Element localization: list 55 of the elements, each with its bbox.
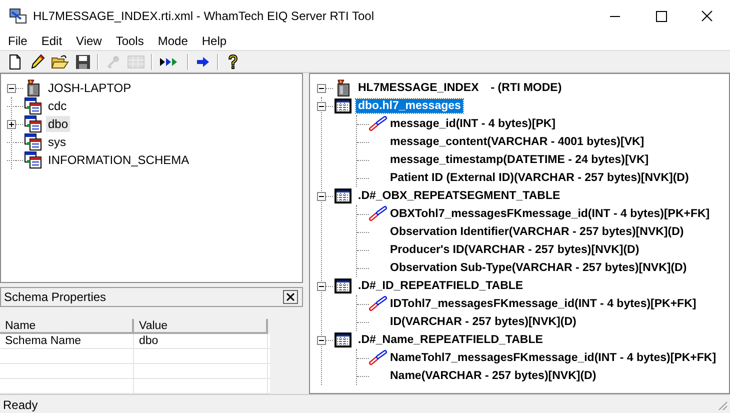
schema-item[interactable]: INFORMATION_SCHEMA bbox=[46, 152, 192, 168]
column-item[interactable]: Patient ID (External ID)(VARCHAR - 257 bytes)[NVK](D) bbox=[388, 171, 691, 185]
column-item[interactable]: Observation Sub-Type(VARCHAR - 257 bytes)[NVK](D) bbox=[388, 261, 689, 275]
column-item[interactable]: OBXTohl7_messagesFKmessage_id(INT - 4 bytes)[PK+FK] bbox=[388, 207, 712, 221]
column-header[interactable]: Name bbox=[0, 319, 134, 334]
table-name[interactable]: .D#_Name_REPEATFIELD_TABLE bbox=[356, 333, 545, 347]
menu-item[interactable]: File bbox=[1, 34, 34, 48]
resize-grip-icon[interactable] bbox=[716, 398, 728, 410]
table-icon bbox=[334, 331, 352, 349]
column-item[interactable]: IDTohl7_messagesFKmessage_id(INT - 4 bytes)[PK+FK] bbox=[388, 297, 698, 311]
table-cell: Schema Name bbox=[0, 334, 134, 348]
column-item[interactable]: Producer's ID(VARCHAR - 257 bytes)[NVK](D) bbox=[388, 243, 642, 257]
column-header[interactable]: Value bbox=[134, 319, 268, 334]
table-name[interactable]: dbo.hl7_messages bbox=[356, 99, 463, 113]
table-icon bbox=[334, 97, 352, 115]
menu-item[interactable]: Help bbox=[194, 34, 234, 48]
column-item[interactable]: message_id(INT - 4 bytes)[PK] bbox=[388, 117, 558, 131]
table-cell: dbo bbox=[134, 334, 268, 348]
schema-icon bbox=[24, 133, 42, 151]
close-icon[interactable] bbox=[283, 290, 298, 304]
column-item[interactable]: message_content(VARCHAR - 4001 bytes)[VK] bbox=[388, 135, 646, 149]
collapse-toggle[interactable] bbox=[7, 84, 16, 92]
app-icon bbox=[9, 8, 27, 24]
collapse-toggle[interactable] bbox=[317, 336, 326, 344]
column-item[interactable]: NameTohl7_messagesFKmessage_id(INT - 4 bytes)[PK+FK] bbox=[388, 351, 718, 365]
table-name[interactable]: .D#_OBX_REPEATSEGMENT_TABLE bbox=[356, 189, 562, 203]
collapse-toggle[interactable] bbox=[317, 282, 326, 290]
folder-icon[interactable] bbox=[50, 52, 70, 70]
table-icon bbox=[334, 277, 352, 295]
column-item[interactable]: Observation Identifier(VARCHAR - 257 bytes)[NVK](D) bbox=[388, 225, 686, 239]
schema-item[interactable]: dbo bbox=[46, 116, 70, 132]
schema-item[interactable]: sys bbox=[46, 134, 68, 150]
menu-item[interactable]: Tools bbox=[108, 34, 151, 48]
collapse-toggle[interactable] bbox=[317, 102, 326, 110]
column-item[interactable]: ID(VARCHAR - 257 bytes)[NVK](D) bbox=[388, 315, 578, 329]
status-text: Ready bbox=[3, 398, 39, 412]
column-item[interactable]: Name(VARCHAR - 257 bytes)[NVK](D) bbox=[388, 369, 598, 383]
schema-item[interactable]: cdc bbox=[46, 98, 69, 114]
mode-label: - (RTI MODE) bbox=[490, 81, 563, 95]
index-name[interactable]: HL7MESSAGE_INDEX bbox=[356, 81, 481, 95]
schema-icon bbox=[24, 97, 42, 115]
menu-item[interactable]: Edit bbox=[34, 34, 70, 48]
schema-icon bbox=[24, 151, 42, 169]
table-icon bbox=[334, 187, 352, 205]
expand-toggle[interactable] bbox=[7, 120, 16, 128]
server-name[interactable]: JOSH-LAPTOP bbox=[46, 80, 134, 96]
window-title: HL7MESSAGE_INDEX.rti.xml - WhamTech EIQ Server RTI Tool bbox=[33, 9, 375, 23]
menu-item[interactable]: Mode bbox=[150, 34, 195, 48]
column-item[interactable]: message_timestamp(DATETIME - 24 bytes)[VK] bbox=[388, 153, 651, 167]
panel-title: Schema Properties bbox=[4, 290, 106, 304]
schema-icon bbox=[24, 115, 42, 133]
table-name[interactable]: .D#_ID_REPEATFIELD_TABLE bbox=[356, 279, 526, 293]
menu-item[interactable]: View bbox=[69, 34, 109, 48]
collapse-toggle[interactable] bbox=[317, 192, 326, 200]
collapse-toggle[interactable] bbox=[317, 84, 326, 92]
